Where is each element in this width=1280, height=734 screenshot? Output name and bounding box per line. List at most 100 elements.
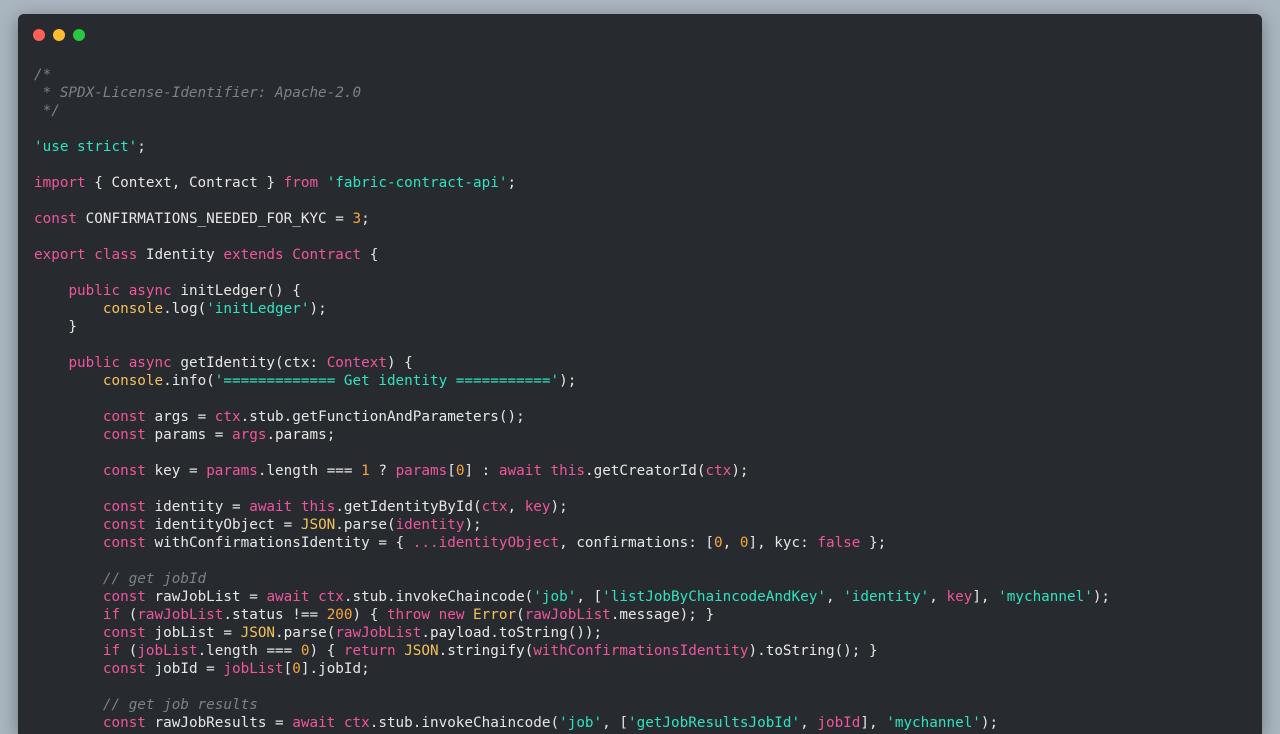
code-line: import { Context, Contract } from 'fabri… xyxy=(34,174,1110,192)
code-line: const args = ctx.stub.getFunctionAndPara… xyxy=(34,408,1110,426)
code-token: initLedger() { xyxy=(171,283,301,299)
code-token: ( xyxy=(516,607,525,623)
code-token: .stub.invokeChaincode( xyxy=(343,589,534,605)
code-token: // get job results xyxy=(102,697,258,713)
code-line: ​ xyxy=(34,120,1110,138)
code-token: JSON xyxy=(240,625,276,641)
code-token: ] : xyxy=(464,463,499,479)
code-line: // get jobId xyxy=(34,570,1110,588)
code-token: ], xyxy=(972,589,999,605)
code-line: const jobId = jobList[0].jobId; xyxy=(34,660,1110,678)
code-token: 3 xyxy=(352,211,362,227)
code-token: Identity xyxy=(137,247,224,263)
close-window-button[interactable] xyxy=(33,29,45,41)
code-token: ); xyxy=(731,463,749,479)
code-token: .status !== xyxy=(223,607,327,623)
code-token: throw xyxy=(386,607,430,623)
code-token: identity xyxy=(395,517,465,533)
code-line: const identity = await this.getIdentityB… xyxy=(34,498,1110,516)
code-token: 'getJobResultsJobId' xyxy=(627,715,801,731)
code-token: key xyxy=(524,499,551,515)
code-token: ); xyxy=(980,715,999,731)
code-line: ​ xyxy=(34,552,1110,570)
code-line: const identityObject = JSON.parse(identi… xyxy=(34,516,1110,534)
code-token: , xyxy=(507,499,525,515)
code-line: // get job results xyxy=(34,696,1110,714)
code-token: 'mychannel' xyxy=(998,589,1093,605)
code-token: withConfirmationsIdentity = { xyxy=(145,535,413,551)
code-line: ​ xyxy=(34,336,1110,354)
code-token: const xyxy=(34,211,78,227)
code-token: jobList xyxy=(137,643,198,659)
code-token: new xyxy=(438,607,465,623)
code-token: ).toString(); } xyxy=(748,643,878,659)
code-token: { xyxy=(361,247,379,263)
code-token: JSON xyxy=(300,517,336,533)
code-line: ​ xyxy=(34,678,1110,696)
code-token: 1 xyxy=(361,463,370,479)
code-token: .getCreatorId( xyxy=(584,463,706,479)
code-token: ], kyc: xyxy=(748,535,818,551)
code-token: import xyxy=(34,175,86,191)
code-line: ​ xyxy=(34,156,1110,174)
code-token: if xyxy=(102,643,121,659)
code-token: , xyxy=(929,589,947,605)
code-token: console xyxy=(102,373,164,389)
code-token: ctx xyxy=(318,589,344,605)
code-token: identityObject = xyxy=(145,517,301,533)
code-token: 'identity' xyxy=(843,589,930,605)
code-token: ) { xyxy=(309,643,344,659)
minimize-window-button[interactable] xyxy=(53,29,65,41)
code-token: { Context, Contract } xyxy=(85,175,284,191)
code-token: * SPDX-License-Identifier: Apache-2.0 xyxy=(34,85,362,101)
code-token: public xyxy=(68,283,121,299)
code-line: ​ xyxy=(34,264,1110,282)
code-token: identityObject xyxy=(438,535,560,551)
code-token: ; xyxy=(361,211,370,227)
code-token: 'initLedger' xyxy=(206,301,310,317)
code-token: rawJobList = xyxy=(145,589,267,605)
code-token: args = xyxy=(145,409,215,425)
code-token: Context xyxy=(326,355,387,371)
title-bar xyxy=(18,14,1262,58)
code-line: const withConfirmationsIdentity = { ...i… xyxy=(34,534,1110,552)
code-token: .message); } xyxy=(610,607,715,623)
code-line: public async getIdentity(ctx: Context) { xyxy=(34,354,1110,372)
code-line: } xyxy=(34,318,1110,336)
maximize-window-button[interactable] xyxy=(73,29,85,41)
code-token: .stringify( xyxy=(438,643,534,659)
code-line: */ xyxy=(34,102,1110,120)
code-window: /* * SPDX-License-Identifier: Apache-2.0… xyxy=(18,14,1262,734)
code-token: await xyxy=(292,715,336,731)
code-line: const rawJobList = await ctx.stub.invoke… xyxy=(34,588,1110,606)
code-line: ​ xyxy=(34,480,1110,498)
code-token: const xyxy=(102,427,146,443)
code-line: ​ xyxy=(34,444,1110,462)
code-token: .info( xyxy=(163,373,215,389)
code-token: console xyxy=(102,301,164,317)
code-token: async xyxy=(128,283,172,299)
code-token: withConfirmationsIdentity xyxy=(533,643,749,659)
code-line: console.info('============= Get identity… xyxy=(34,372,1110,390)
code-token: export xyxy=(34,247,86,263)
code-token: const xyxy=(102,625,146,641)
code-token: }; xyxy=(860,535,887,551)
code-line: const key = params.length === 1 ? params… xyxy=(34,462,1110,480)
code-editor[interactable]: /* * SPDX-License-Identifier: Apache-2.0… xyxy=(34,66,1110,732)
code-token: rawJobList xyxy=(335,625,422,641)
code-token: args xyxy=(232,427,267,443)
